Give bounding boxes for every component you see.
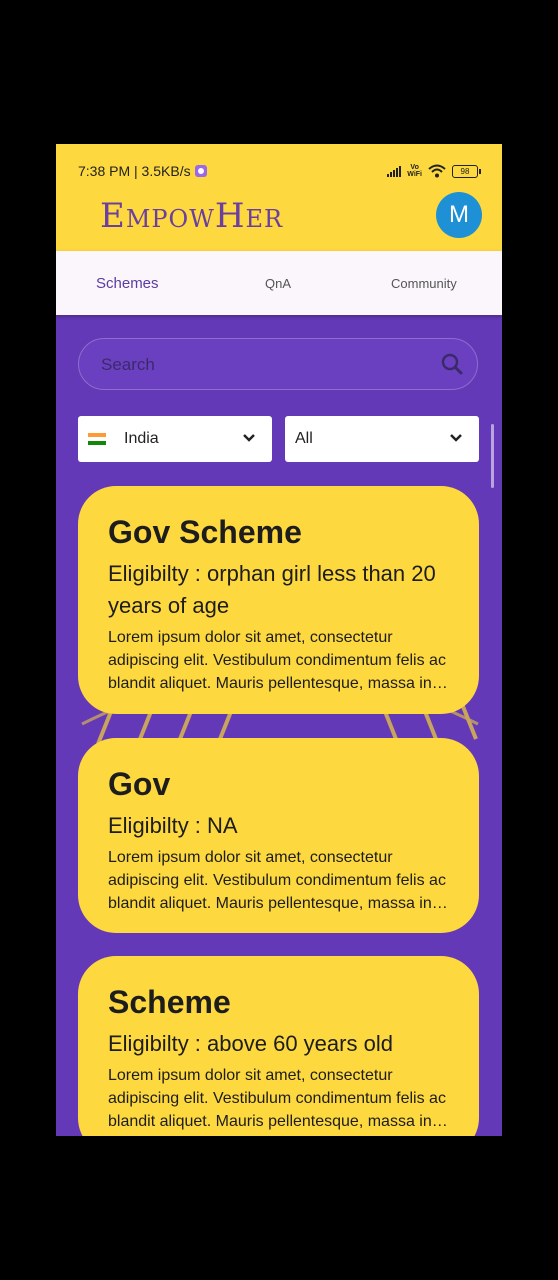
scheme-eligibility: Eligibilty : NA bbox=[108, 813, 238, 838]
app-bar: 7:38 PM | 3.5KB/s Vo WiFi 98 EmpowHer M bbox=[56, 144, 502, 251]
country-selected: India bbox=[124, 430, 159, 447]
status-bar: 7:38 PM | 3.5KB/s Vo WiFi 98 bbox=[78, 162, 481, 180]
status-time-speed: 7:38 PM | 3.5KB/s bbox=[78, 163, 191, 179]
scheme-description: Lorem ipsum dolor sit amet, consectetur … bbox=[108, 1067, 446, 1130]
scheme-card[interactable]: Gov Scheme Eligibilty : orphan girl less… bbox=[78, 486, 479, 714]
scheme-title: Scheme bbox=[108, 984, 231, 1020]
scheme-eligibility: Eligibilty : orphan girl less than 20 ye… bbox=[108, 561, 436, 618]
scheme-description: Lorem ipsum dolor sit amet, consectetur … bbox=[108, 849, 446, 912]
signal-icon bbox=[387, 165, 402, 177]
scrollbar[interactable] bbox=[491, 424, 494, 488]
tab-qna[interactable]: QnA bbox=[265, 276, 291, 291]
tab-community[interactable]: Community bbox=[391, 276, 457, 291]
scheme-eligibility: Eligibilty : above 60 years old bbox=[108, 1031, 393, 1056]
scheme-description: Lorem ipsum dolor sit amet, consectetur … bbox=[108, 629, 446, 692]
scheme-card[interactable]: Gov Eligibilty : NA Lorem ipsum dolor si… bbox=[78, 738, 479, 933]
search-input[interactable] bbox=[99, 349, 423, 381]
tab-bar: Schemes QnA Community bbox=[56, 251, 502, 315]
category-dropdown[interactable]: All bbox=[285, 416, 479, 462]
vowifi-icon: Vo WiFi bbox=[407, 164, 422, 178]
wifi-icon bbox=[428, 164, 446, 178]
search-bar bbox=[78, 338, 478, 390]
app-brand-title: EmpowHer bbox=[100, 196, 284, 236]
country-dropdown[interactable]: India bbox=[78, 416, 272, 462]
scheme-card[interactable]: Scheme Eligibilty : above 60 years old L… bbox=[78, 956, 479, 1136]
chevron-down-icon bbox=[243, 434, 255, 442]
category-selected: All bbox=[295, 430, 313, 447]
chevron-down-icon bbox=[450, 434, 462, 442]
scheme-title: Gov bbox=[108, 766, 171, 802]
profile-avatar[interactable]: M bbox=[436, 192, 482, 238]
search-icon[interactable] bbox=[441, 353, 463, 375]
tab-schemes[interactable]: Schemes bbox=[96, 275, 159, 292]
scheme-title: Gov Scheme bbox=[108, 514, 302, 550]
notification-icon bbox=[194, 165, 207, 177]
phone-screen: 7:38 PM | 3.5KB/s Vo WiFi 98 EmpowHer M S… bbox=[56, 144, 502, 1136]
battery-icon: 98 bbox=[452, 164, 481, 178]
india-flag-icon bbox=[88, 432, 106, 446]
